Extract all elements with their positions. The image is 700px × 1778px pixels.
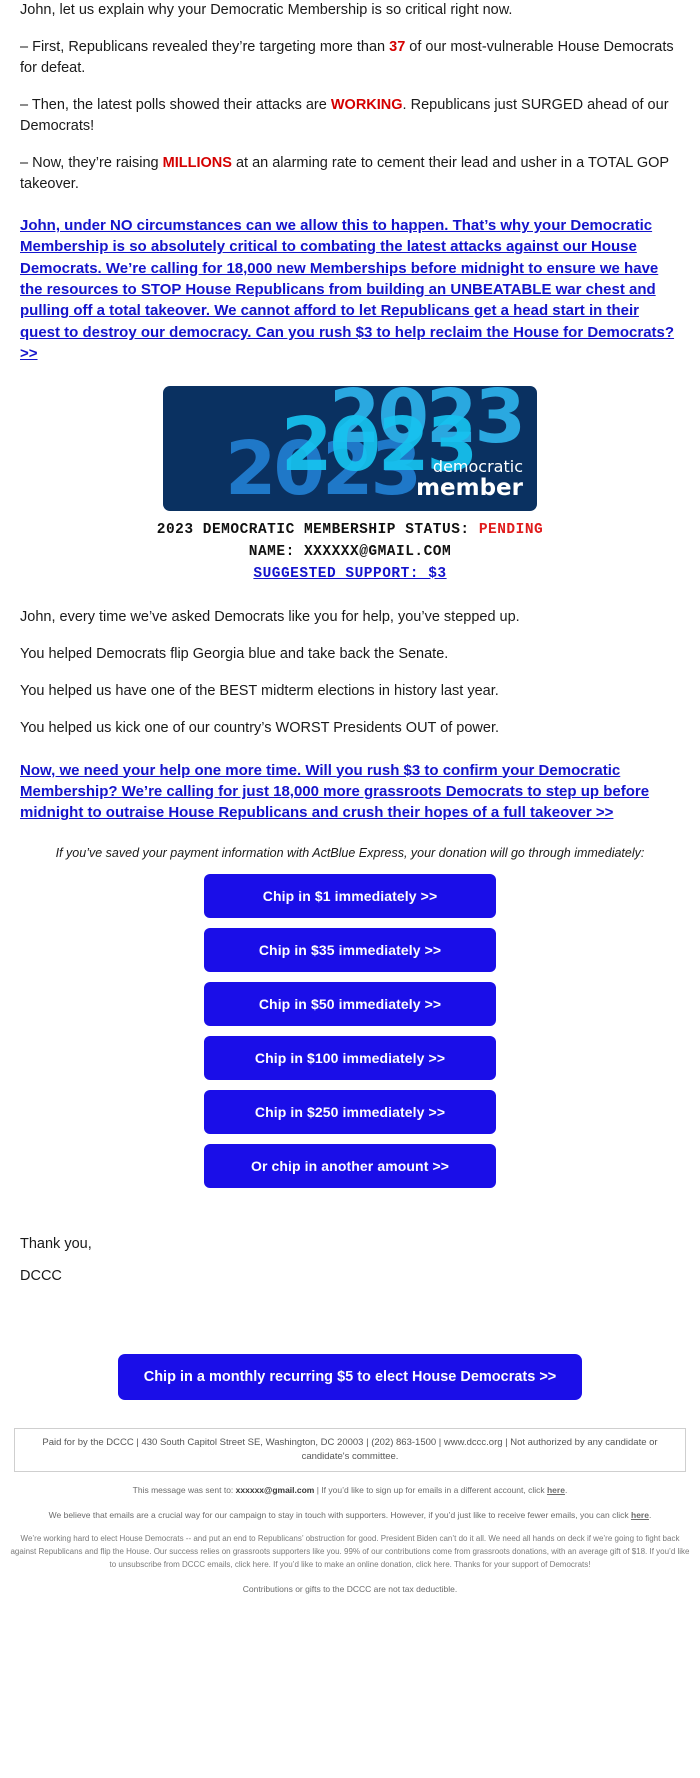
- membership-card-container: 2023 2023 2023 democratic member: [20, 386, 680, 516]
- signup-here-link[interactable]: here: [547, 1485, 565, 1495]
- footer-mission-block: We’re working hard to elect House Democr…: [10, 1533, 690, 1571]
- donate-button-35[interactable]: Chip in $35 immediately >>: [204, 928, 496, 973]
- donate-button-other[interactable]: Or chip in another amount >>: [204, 1144, 496, 1189]
- name-row: NAME: XXXXXX@GMAIL.COM: [20, 542, 680, 564]
- sent-to-email: xxxxxx@gmail.com: [235, 1484, 315, 1495]
- fewer-emails-text-b: .: [648, 1509, 652, 1520]
- middle-paragraph-1: John, every time we’ve asked Democrats l…: [20, 609, 520, 626]
- bullet-3-highlight: MILLIONS: [162, 155, 232, 172]
- middle-paragraph-3: You helped us have one of the BEST midte…: [20, 683, 499, 700]
- donate-button-250[interactable]: Chip in $250 immediately >>: [204, 1090, 496, 1135]
- donate-here-link[interactable]: here: [434, 1560, 450, 1569]
- middle-paragraph-4: You helped us kick one of our country’s …: [20, 720, 500, 737]
- middle-paragraph-2: You helped Democrats flip Georgia blue a…: [20, 646, 449, 663]
- greeting-paragraph: John, let us explain why your Democratic…: [20, 2, 513, 18]
- fewer-emails-here-link[interactable]: here: [631, 1510, 649, 1520]
- mission-text-c: . Thanks for your support of Democrats!: [449, 1559, 591, 1569]
- donate-button-1[interactable]: Chip in $1 immediately >>: [204, 874, 496, 919]
- signoff-thanks: Thank you,: [20, 1236, 92, 1253]
- sent-to-prefix: This message was sent to:: [132, 1484, 236, 1495]
- status-label: 2023 DEMOCRATIC MEMBERSHIP STATUS:: [156, 522, 470, 539]
- cta-link-secondary[interactable]: Now, we need your help one more time. Wi…: [20, 760, 680, 824]
- cta-link-primary[interactable]: John, under NO circumstances can we allo…: [20, 215, 680, 364]
- donate-button-100[interactable]: Chip in $100 immediately >>: [204, 1036, 496, 1081]
- sent-to-suffix-b: .: [564, 1484, 568, 1495]
- status-row: 2023 DEMOCRATIC MEMBERSHIP STATUS: PENDI…: [20, 520, 680, 542]
- bullet-1-highlight: 37: [389, 39, 406, 56]
- suggested-support-row: SUGGESTED SUPPORT: $3: [20, 564, 680, 586]
- donate-button-50[interactable]: Chip in $50 immediately >>: [204, 982, 496, 1027]
- name-value: XXXXXX@GMAIL.COM: [303, 543, 452, 560]
- footer-tax-note: Contributions or gifts to the DCCC are n…: [242, 1583, 458, 1594]
- name-label: NAME:: [248, 543, 295, 560]
- card-label-large: member: [416, 474, 523, 501]
- footer-sent-to-line: This message was sent to: xxxxxx@gmail.c…: [18, 1484, 682, 1497]
- bullet-paragraph-2: – Then, the latest polls showed their at…: [20, 95, 680, 137]
- card-label-small: democratic: [432, 457, 523, 477]
- bullet-paragraph-1: – First, Republicans revealed they’re ta…: [20, 37, 680, 79]
- membership-status-block: 2023 DEMOCRATIC MEMBERSHIP STATUS: PENDI…: [20, 520, 680, 585]
- bullet-2-highlight: WORKING: [330, 97, 403, 114]
- unsubscribe-here-link[interactable]: here: [253, 1560, 269, 1569]
- card-label: democratic member: [416, 457, 523, 501]
- mission-text-b: . If you’d like to make an online donati…: [268, 1559, 434, 1569]
- recurring-donation-container: Chip in a monthly recurring $5 to elect …: [20, 1354, 680, 1401]
- donation-button-list: Chip in $1 immediately >> Chip in $35 im…: [20, 874, 680, 1189]
- actblue-express-note: If you’ve saved your payment information…: [55, 846, 645, 861]
- footer-fewer-emails-line: We believe that emails are a crucial way…: [18, 1509, 682, 1522]
- paid-for-disclaimer: Paid for by the DCCC | 430 South Capitol…: [14, 1428, 686, 1472]
- bullet-1-text-a: – First, Republicans revealed they’re ta…: [20, 39, 390, 56]
- membership-card-image: 2023 2023 2023 democratic member: [163, 386, 537, 512]
- bullet-3-text-a: – Now, they’re raising: [20, 155, 163, 172]
- bullet-paragraph-3: – Now, they’re raising MILLIONS at an al…: [20, 153, 680, 195]
- email-body: John, let us explain why your Democratic…: [0, 0, 700, 1401]
- status-badge: PENDING: [478, 522, 544, 539]
- sent-to-suffix-a: | If you’d like to sign up for emails in…: [314, 1484, 547, 1495]
- signoff-org: DCCC: [20, 1268, 62, 1285]
- recurring-donate-button[interactable]: Chip in a monthly recurring $5 to elect …: [117, 1354, 583, 1401]
- suggested-support-link[interactable]: SUGGESTED SUPPORT: $3: [253, 566, 446, 582]
- bullet-2-text-a: – Then, the latest polls showed their at…: [20, 97, 331, 114]
- fewer-emails-text-a: We believe that emails are a crucial way…: [48, 1509, 631, 1520]
